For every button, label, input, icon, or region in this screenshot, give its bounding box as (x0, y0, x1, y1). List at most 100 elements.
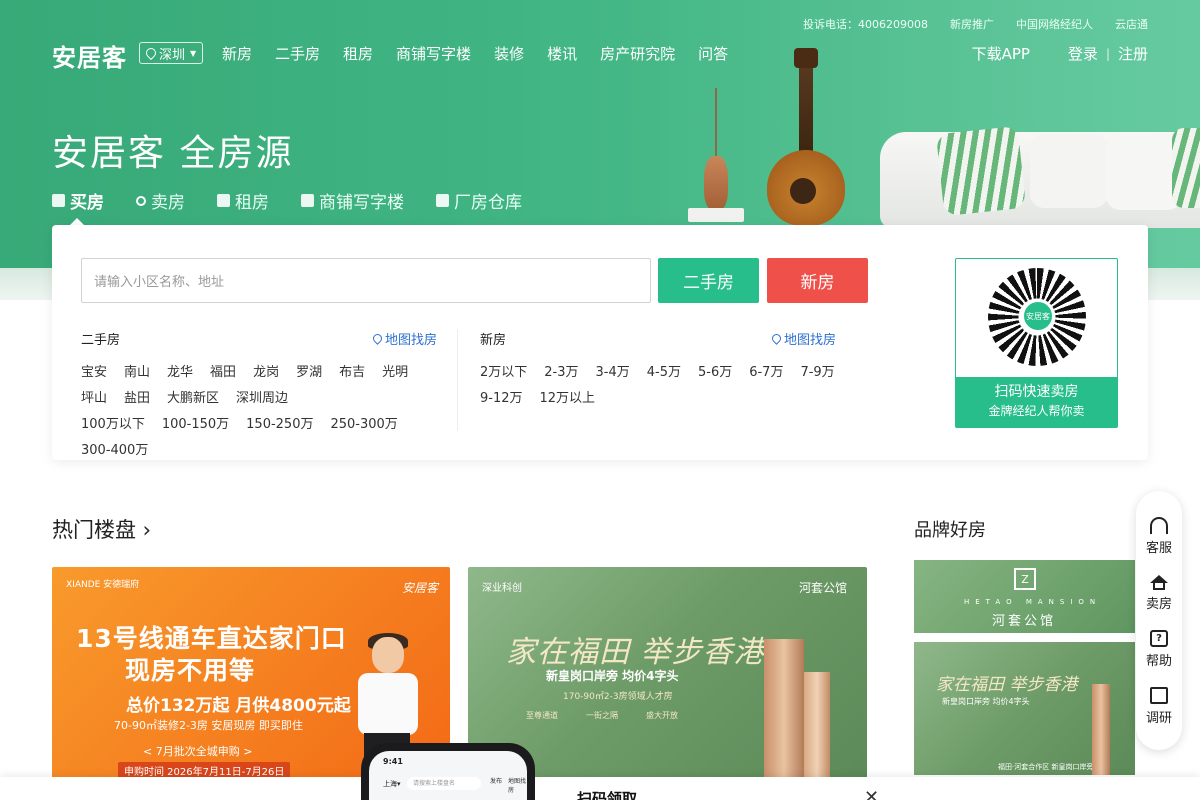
tab-sell[interactable]: 卖房 (136, 188, 185, 213)
qr-logo: 安居客 (1021, 299, 1055, 333)
map-pin-icon (371, 332, 384, 345)
filter-link[interactable]: 深圳周边 (236, 386, 288, 412)
filter-link[interactable]: 龙岗 (253, 360, 279, 386)
sidebar-sell[interactable]: 卖房 (1136, 575, 1182, 612)
filter-link[interactable]: 罗湖 (296, 360, 322, 386)
banner-date: 申购时间 2026年7月11日-7月26日 (118, 762, 291, 778)
register-link[interactable]: 注册 (1118, 43, 1148, 64)
search-category-tabs: 买房 卖房 租房 商铺写字楼 厂房仓库 (52, 188, 522, 213)
login-link[interactable]: 登录 (1068, 43, 1098, 64)
sidebar-customer-service[interactable]: 客服 (1136, 517, 1182, 556)
nav-second-hand[interactable]: 二手房 (275, 43, 320, 64)
banner-corner-logo: 安居客 (401, 581, 438, 595)
brand-subtitle: 新皇岗口岸旁 均价4字头 (942, 697, 1030, 706)
download-app-link[interactable]: 下载APP (972, 43, 1030, 64)
nav-decoration[interactable]: 装修 (494, 43, 524, 64)
main-nav: 新房 二手房 租房 商铺写字楼 装修 楼讯 房产研究院 问答 (222, 43, 728, 64)
pillow-decoration (1106, 136, 1182, 210)
brand-name-en: HETAO MANSION (964, 598, 1102, 606)
filter-link[interactable]: 坪山 (81, 386, 107, 412)
city-name: 深圳 (159, 47, 186, 63)
banner-headline: 家在福田 举步香港 (506, 635, 765, 670)
tab-commercial[interactable]: 商铺写字楼 (301, 188, 404, 213)
filter-link[interactable]: 南山 (124, 360, 150, 386)
banner-brand: XIANDE 安德瑞府 (66, 580, 140, 590)
brand-card[interactable]: Z HETAO MANSION 河套公馆 (914, 560, 1135, 633)
filter-link[interactable]: 250-300万 (330, 412, 397, 438)
topbar-link-new-promo[interactable]: 新房推广 (950, 16, 994, 32)
map-search-link[interactable]: 地图找房 (371, 329, 437, 348)
sidebar-help[interactable]: ? 帮助 (1136, 630, 1182, 669)
sell-qr-card[interactable]: 安居客 扫码快速卖房 金牌经纪人帮你卖 (955, 258, 1118, 428)
search-second-hand-button[interactable]: 二手房 (658, 258, 759, 303)
new-home-filters: 新房 地图找房 2万以下 2-3万 3-4万 4-5万 5-6万 6-7万 7-… (480, 329, 836, 412)
filter-link[interactable]: 福田 (210, 360, 236, 386)
topbar-link-cloud-store[interactable]: 云店通 (1115, 16, 1148, 32)
tower-illustration (764, 639, 804, 778)
brand-footnote: 福田·河套合作区 新皇岗口岸旁 (998, 763, 1094, 771)
tab-rent[interactable]: 租房 (217, 188, 269, 213)
map-search-link[interactable]: 地图找房 (770, 329, 836, 348)
floating-sidebar: 客服 卖房 ? 帮助 调研 (1136, 491, 1182, 750)
nav-new-home[interactable]: 新房 (222, 43, 252, 64)
nav-research[interactable]: 房产研究院 (600, 43, 675, 64)
nav-news[interactable]: 楼讯 (547, 43, 577, 64)
site-logo[interactable]: 安居客 (52, 38, 127, 73)
filter-link[interactable]: 盐田 (124, 386, 150, 412)
filter-link[interactable]: 9-12万 (480, 386, 523, 412)
second-hand-filter-title: 二手房 (81, 333, 121, 348)
search-input[interactable]: 请输入小区名称、地址 (81, 258, 651, 303)
filter-link[interactable]: 100-150万 (162, 412, 229, 438)
nav-rent[interactable]: 租房 (343, 43, 373, 64)
sidebar-survey[interactable]: 调研 (1136, 687, 1182, 726)
phone-publish: 发布 (490, 778, 503, 785)
close-icon[interactable]: ✕ (864, 787, 879, 800)
filter-link[interactable]: 光明 (382, 360, 408, 386)
city-selector[interactable]: 深圳 ▼ (139, 42, 204, 64)
guitar-head-decoration (794, 48, 818, 68)
phone-search: 请搜索上楼盘名 (407, 777, 481, 790)
filter-link[interactable]: 12万以上 (540, 386, 596, 412)
hot-listings-title[interactable]: 热门楼盘 › (52, 514, 151, 544)
tab-factory[interactable]: 厂房仓库 (436, 188, 522, 213)
guitar-neck-decoration (799, 60, 813, 160)
banner-headline: 13号线通车直达家门口 (76, 624, 347, 653)
brand-logo: Z (1014, 568, 1036, 590)
filter-link[interactable]: 3-4万 (596, 360, 630, 386)
search-new-home-button[interactable]: 新房 (767, 258, 868, 303)
brand-homes-title: 品牌好房 (914, 520, 986, 541)
filter-link[interactable]: 布吉 (339, 360, 365, 386)
filter-link[interactable]: 100万以下 (81, 412, 145, 438)
price-row: 9-12万 12万以上 (480, 386, 836, 412)
filter-link[interactable]: 大鹏新区 (167, 386, 219, 412)
listing-banner[interactable]: 深业科创 河套公馆 家在福田 举步香港 新皇岗口岸旁 均价4字头 170-90㎡… (468, 567, 867, 778)
qr-caption: 扫码快速卖房 金牌经纪人帮你卖 (956, 377, 1117, 427)
tab-buy[interactable]: 买房 (52, 188, 104, 213)
filter-link[interactable]: 2万以下 (480, 360, 527, 386)
filter-link[interactable]: 300-400万 (81, 438, 148, 464)
location-pin-icon (143, 45, 159, 61)
filter-link[interactable]: 龙华 (167, 360, 193, 386)
filter-link[interactable]: 7-9万 (800, 360, 834, 386)
nav-qa[interactable]: 问答 (698, 43, 728, 64)
filter-link[interactable]: 5-6万 (698, 360, 732, 386)
banner-subtitle: 70-90㎡装修2-3房 安居现房 即买即住 (114, 719, 303, 732)
briefcase-icon (217, 194, 230, 207)
filter-link[interactable]: 6-7万 (749, 360, 783, 386)
topbar-link-broker[interactable]: 中国网络经纪人 (1016, 16, 1093, 32)
phone-mockup: 9:41 上海▾ 请搜索上楼盘名 发布 地图找房 (361, 743, 535, 800)
banner-tag: 至尊通道 (526, 711, 558, 720)
nav-commercial[interactable]: 商铺写字楼 (396, 43, 471, 64)
filter-link[interactable]: 2-3万 (544, 360, 578, 386)
pillow-decoration (1030, 134, 1108, 208)
warehouse-icon (436, 194, 449, 207)
filter-link[interactable]: 4-5万 (647, 360, 681, 386)
filter-link[interactable]: 宝安 (81, 360, 107, 386)
banner-brand: 河套公馆 (798, 581, 847, 595)
filter-link[interactable]: 150-250万 (246, 412, 313, 438)
phone-screen: 9:41 上海▾ 请搜索上楼盘名 发布 地图找房 (369, 751, 527, 800)
map-pin-icon (770, 332, 783, 345)
headset-icon (1150, 517, 1168, 534)
brand-card[interactable]: 家在福田 举步香港 新皇岗口岸旁 均价4字头 福田·河套合作区 新皇岗口岸旁 (914, 642, 1135, 775)
qr-caption-title: 扫码快速卖房 (994, 384, 1079, 400)
